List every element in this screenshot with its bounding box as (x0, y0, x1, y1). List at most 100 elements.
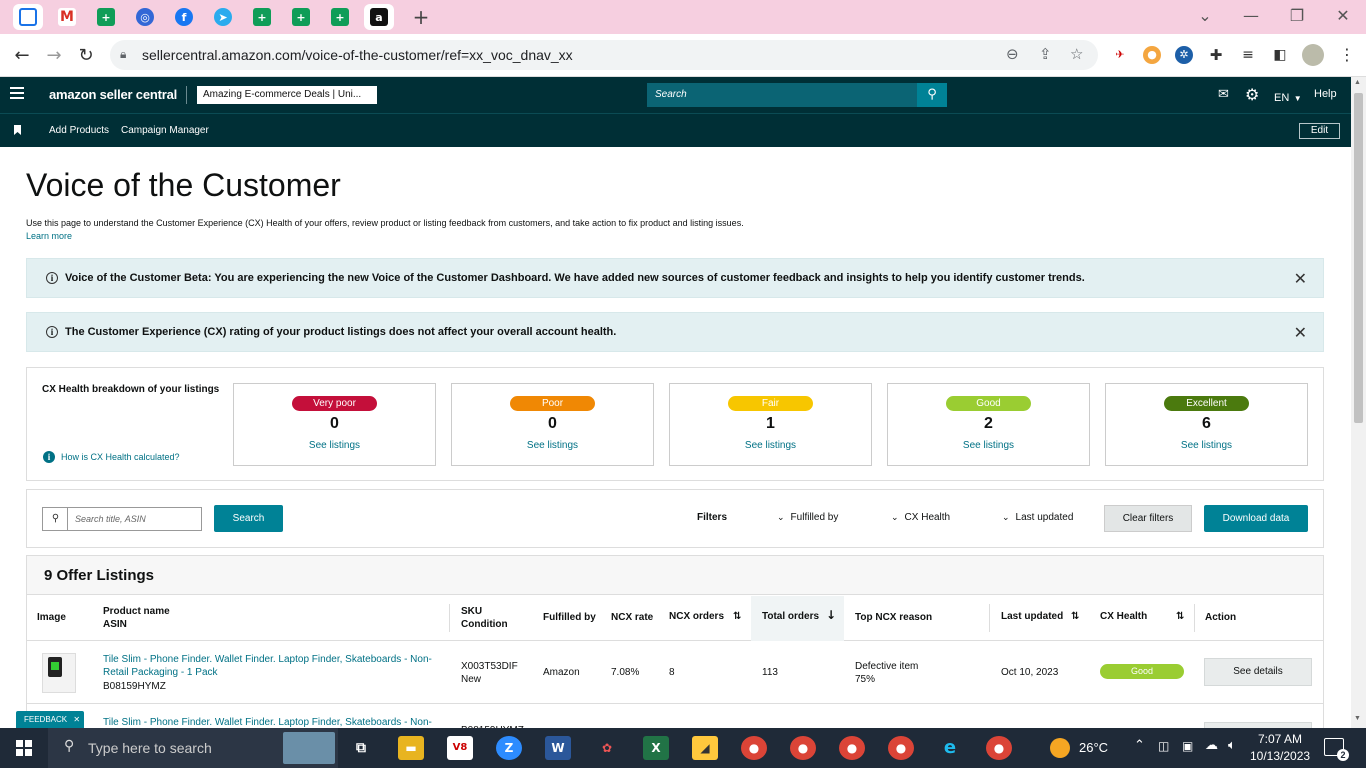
chrome-icon[interactable]: ● (790, 736, 816, 760)
chrome-icon[interactable]: ● (839, 736, 865, 760)
address-bar[interactable]: 🔒︎ sellercentral.amazon.com/voice-of-the… (110, 40, 1098, 70)
close-icon[interactable]: ✕ (1294, 323, 1307, 342)
close-window-button[interactable]: ✕ (1328, 6, 1358, 25)
back-icon[interactable]: ← (9, 43, 35, 69)
weather-sun-icon[interactable] (1050, 738, 1070, 758)
media-icon[interactable]: ≡ (1239, 46, 1257, 64)
scrollbar[interactable]: ▲ ▼ (1351, 77, 1366, 728)
header-search-input[interactable]: Search (647, 83, 917, 107)
col-total-orders[interactable]: Total orders (762, 610, 819, 623)
see-listings-link[interactable]: See listings (234, 440, 435, 451)
listing-search-input[interactable]: Search title, ASIN (67, 507, 202, 531)
learn-more-link[interactable]: Learn more (26, 231, 72, 241)
logo[interactable]: amazon seller central (49, 87, 177, 102)
paint-icon[interactable]: ✿ (594, 736, 620, 760)
tab-sheets-2[interactable]: + (247, 4, 277, 30)
edit-button[interactable]: Edit (1299, 123, 1340, 139)
zoom-icon[interactable]: ⊖ (1006, 45, 1019, 63)
subnav-add-products[interactable]: Add Products (49, 125, 109, 136)
task-view-icon[interactable]: ⧉ (348, 736, 374, 760)
clock-date[interactable]: 10/13/2023 (1250, 749, 1310, 763)
language-selector[interactable]: EN ▼ (1274, 88, 1302, 106)
sort-desc-icon[interactable]: ↓ (826, 609, 836, 622)
last-updated-filter[interactable]: ⌄ Last updated (1002, 512, 1073, 523)
sort-icon[interactable]: ⇅ (1176, 610, 1184, 623)
cloud-icon[interactable]: ☁ (1205, 738, 1218, 753)
sort-icon[interactable]: ⇅ (733, 610, 741, 623)
see-details-button[interactable]: See details (1204, 658, 1312, 686)
chevron-up-icon[interactable]: ⌃ (1134, 738, 1145, 753)
new-tab-button[interactable]: + (406, 4, 436, 30)
scroll-down-icon[interactable]: ▼ (1354, 715, 1361, 722)
windows-start-icon[interactable] (16, 740, 32, 756)
tray-icon[interactable]: ▣ (1182, 739, 1193, 753)
close-icon[interactable]: ✕ (73, 715, 80, 724)
reload-icon[interactable]: ↻ (73, 43, 99, 69)
col-ncx-orders[interactable]: NCX orders (669, 610, 724, 623)
clock-time[interactable]: 7:07 AM (1252, 732, 1308, 746)
zalo-icon[interactable]: Z (496, 736, 522, 760)
sort-icon[interactable]: ⇅ (1071, 610, 1079, 623)
tab-sheets-1[interactable]: + (91, 4, 121, 30)
search-button[interactable]: Search (214, 505, 283, 532)
excel-icon[interactable]: X (643, 736, 669, 760)
extension-icon[interactable]: ✲ (1175, 46, 1193, 64)
see-listings-link[interactable]: See listings (1106, 440, 1307, 451)
tab-amazon[interactable]: a (364, 4, 394, 30)
product-image[interactable] (42, 653, 76, 693)
minimize-button[interactable]: — (1236, 6, 1266, 25)
tab-sheets-4[interactable]: + (325, 4, 355, 30)
mail-icon[interactable]: ✉ (1218, 87, 1229, 102)
sticky-notes-icon[interactable]: ◢ (692, 736, 718, 760)
help-link[interactable]: Help (1314, 88, 1337, 100)
word-icon[interactable]: W (545, 736, 571, 760)
clear-filters-button[interactable]: Clear filters (1104, 505, 1192, 532)
edge-icon[interactable]: e (937, 736, 963, 760)
chevron-down-icon[interactable]: ⌄ (1190, 6, 1220, 25)
how-cx-link[interactable]: i How is CX Health calculated? (43, 451, 180, 463)
feedback-tab[interactable]: FEEDBACK ✕ (16, 711, 84, 728)
extension-icon[interactable]: ● (1143, 46, 1161, 64)
tab-facebook[interactable]: f (169, 4, 199, 30)
tab-globe[interactable]: ◎ (130, 4, 160, 30)
hamburger-icon[interactable] (10, 87, 24, 101)
close-icon[interactable]: ✕ (1294, 269, 1307, 288)
col-product-name[interactable]: Product name (103, 605, 170, 618)
sidepanel-icon[interactable]: ◧ (1271, 46, 1289, 64)
restore-button[interactable]: ❐ (1282, 6, 1312, 25)
chrome-icon[interactable]: ● (986, 736, 1012, 760)
see-listings-link[interactable]: See listings (452, 440, 653, 451)
tab-seller-central[interactable] (13, 4, 43, 30)
see-listings-link[interactable]: See listings (888, 440, 1089, 451)
share-icon[interactable]: ⇪ (1039, 45, 1052, 63)
forward-icon[interactable]: → (41, 43, 67, 69)
scroll-up-icon[interactable]: ▲ (1354, 79, 1361, 86)
tab-sheets-3[interactable]: + (286, 4, 316, 30)
app-icon[interactable]: V8 (447, 736, 473, 760)
chrome-icon[interactable]: ● (741, 736, 767, 760)
bookmark-star-icon[interactable]: ☆ (1070, 45, 1083, 63)
download-data-button[interactable]: Download data (1204, 505, 1308, 532)
col-cx-health[interactable]: CX Health (1100, 610, 1147, 623)
extension-icon[interactable]: ✈ (1111, 46, 1129, 64)
menu-dots-icon[interactable]: ⋮ (1338, 46, 1356, 64)
volume-icon[interactable]: 🔈︎ (1228, 738, 1236, 753)
tray-icon[interactable]: ◫ (1158, 739, 1169, 753)
subnav-campaign-manager[interactable]: Campaign Manager (121, 125, 209, 136)
chrome-icon[interactable]: ● (888, 736, 914, 760)
cx-health-filter[interactable]: ⌄ CX Health (891, 512, 950, 523)
tab-gmail[interactable]: M (52, 4, 82, 30)
search-icon[interactable]: ⚲ (917, 83, 947, 107)
see-listings-link[interactable]: See listings (670, 440, 871, 451)
scrollbar-thumb[interactable] (1354, 93, 1363, 423)
avatar[interactable] (1302, 44, 1324, 66)
tab-telegram[interactable]: ➤ (208, 4, 238, 30)
notifications-icon[interactable]: 2 (1324, 738, 1349, 761)
taskbar-search-input[interactable]: ⚲ Type here to search (48, 728, 338, 768)
temperature[interactable]: 26°C (1079, 740, 1108, 755)
product-name-link[interactable]: Tile Slim - Phone Finder. Wallet Finder.… (103, 716, 443, 728)
product-name-link[interactable]: Tile Slim - Phone Finder. Wallet Finder.… (103, 653, 433, 679)
gear-icon[interactable]: ⚙ (1245, 85, 1259, 104)
puzzle-icon[interactable]: ✚ (1207, 46, 1225, 64)
col-last-updated[interactable]: Last updated (1001, 610, 1063, 623)
